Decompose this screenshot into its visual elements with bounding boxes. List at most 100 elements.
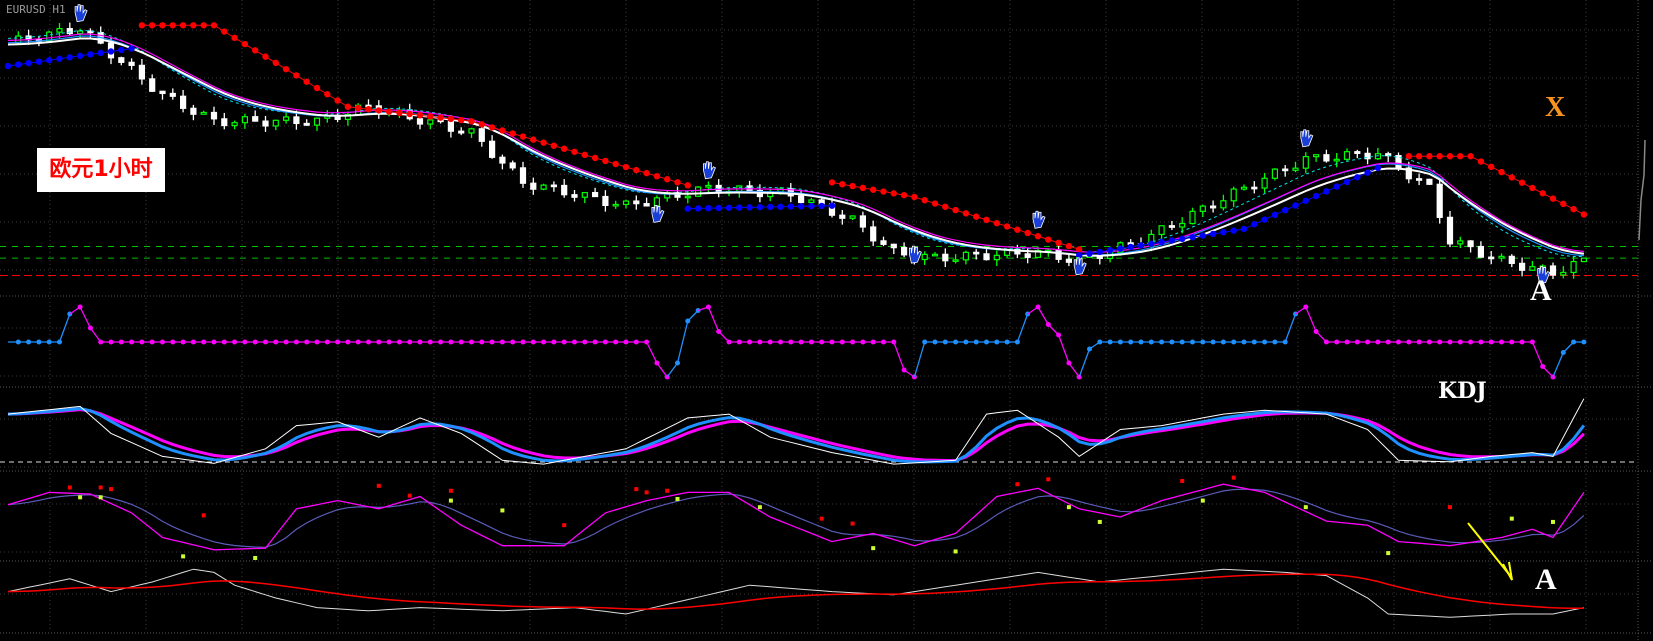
signal-segment bbox=[1078, 348, 1091, 378]
candle bbox=[983, 247, 990, 261]
candle bbox=[1189, 207, 1196, 225]
candle bbox=[1220, 194, 1227, 211]
candle bbox=[1333, 153, 1340, 168]
sar-lower-dot bbox=[1148, 240, 1155, 247]
candle bbox=[1158, 225, 1165, 239]
candle-body bbox=[622, 200, 630, 206]
sar-upper-dot bbox=[1570, 205, 1577, 213]
signal-dot bbox=[623, 339, 629, 345]
sar-upper-dot bbox=[190, 22, 197, 29]
candle-body bbox=[128, 61, 135, 66]
candle bbox=[210, 106, 218, 125]
candle bbox=[540, 183, 547, 191]
sar-upper-dot bbox=[1457, 153, 1464, 160]
candle bbox=[1354, 149, 1361, 159]
signal-dot bbox=[881, 339, 886, 345]
sar-upper-dot bbox=[684, 182, 691, 189]
candle-body bbox=[890, 243, 897, 249]
sar-lower-dot bbox=[777, 203, 784, 210]
sar-upper-dot bbox=[839, 181, 846, 188]
signal-dot bbox=[396, 339, 402, 345]
sar-lower-dot bbox=[1343, 178, 1351, 186]
ma-white-line bbox=[7, 37, 1585, 257]
signal-dot bbox=[15, 339, 21, 345]
candle-body bbox=[1179, 222, 1186, 228]
candle-body bbox=[581, 191, 588, 198]
candle bbox=[1467, 240, 1474, 253]
signal-dot bbox=[1117, 339, 1123, 345]
sar-lower-dot bbox=[1209, 230, 1217, 238]
signal-dot bbox=[870, 339, 876, 345]
candle-body bbox=[1240, 186, 1248, 190]
signal-dot bbox=[489, 339, 495, 345]
candle-body bbox=[694, 186, 702, 197]
signal-dot bbox=[26, 339, 32, 345]
candle-body bbox=[1292, 167, 1299, 171]
candle bbox=[1323, 149, 1330, 163]
sar-upper-dot bbox=[519, 133, 527, 140]
signal-dot bbox=[479, 339, 485, 345]
hand-signal-icon bbox=[703, 161, 716, 180]
signal-dot bbox=[1169, 339, 1175, 345]
candle bbox=[1488, 250, 1495, 265]
signal-dot bbox=[942, 339, 948, 345]
candle-body bbox=[962, 251, 970, 261]
sar-lower-dot bbox=[56, 55, 63, 62]
signal-dot bbox=[1509, 339, 1515, 345]
sar-upper-dot bbox=[406, 110, 413, 118]
candle-body bbox=[540, 184, 547, 190]
candle bbox=[1415, 173, 1423, 186]
signal-dot bbox=[1138, 339, 1144, 345]
signal-segment bbox=[893, 341, 905, 371]
hand-signal-icon bbox=[74, 4, 88, 23]
candle-body bbox=[262, 120, 269, 127]
signal-dot bbox=[984, 339, 989, 345]
sar-lower-dot bbox=[118, 46, 125, 54]
candle bbox=[602, 190, 609, 212]
candle-body bbox=[1529, 266, 1536, 271]
signal-dot bbox=[263, 339, 268, 345]
hand-signal-icon bbox=[1032, 210, 1046, 229]
sar-lower-dot bbox=[1168, 237, 1176, 244]
oscillator-yellow-marker bbox=[1551, 519, 1555, 524]
signal-dot bbox=[221, 339, 227, 345]
candle-body bbox=[808, 199, 815, 204]
signal-dot bbox=[829, 339, 835, 345]
signal-dot bbox=[1457, 339, 1463, 345]
signal-dot bbox=[1241, 339, 1247, 345]
chart-label: 欧元1小时 bbox=[37, 148, 165, 192]
oscillator-yellow-marker bbox=[500, 508, 505, 513]
sar-upper-dot bbox=[1024, 229, 1031, 237]
sar-upper-dot bbox=[1014, 226, 1021, 233]
signal-dot bbox=[345, 339, 351, 345]
sar-upper-dot bbox=[870, 186, 877, 193]
oscillator-yellow-marker bbox=[1200, 498, 1205, 503]
oscillator-yellow-marker bbox=[1097, 519, 1102, 524]
trading-chart[interactable] bbox=[0, 0, 1653, 641]
candle-body bbox=[1199, 205, 1206, 212]
signal-segment bbox=[707, 306, 720, 332]
sar-upper-dot bbox=[1560, 200, 1567, 208]
sar-upper-dot bbox=[262, 53, 269, 60]
sar-upper-dot bbox=[293, 72, 300, 79]
sar-lower-dot bbox=[1106, 247, 1114, 254]
candle-body bbox=[416, 118, 424, 125]
candle-body bbox=[1158, 225, 1165, 236]
candle-body bbox=[241, 116, 248, 124]
sar-lower-dot bbox=[1271, 211, 1279, 219]
signal-dot bbox=[427, 339, 433, 345]
signal-dot bbox=[1406, 339, 1412, 345]
signal-dot bbox=[458, 339, 464, 345]
sar-lower-dot bbox=[128, 45, 135, 52]
signal-dot bbox=[1447, 339, 1453, 345]
candle-body bbox=[169, 92, 176, 97]
signal-dot bbox=[850, 339, 856, 345]
oscillator-red-marker bbox=[1046, 477, 1051, 482]
candle-body bbox=[56, 28, 63, 33]
candle-body bbox=[1168, 225, 1176, 228]
sar-lower-dot bbox=[715, 204, 722, 212]
signal-segment bbox=[1068, 362, 1080, 378]
sar-upper-dot bbox=[849, 182, 856, 190]
signal-dot bbox=[335, 339, 341, 345]
sar-lower-dot bbox=[767, 203, 774, 211]
